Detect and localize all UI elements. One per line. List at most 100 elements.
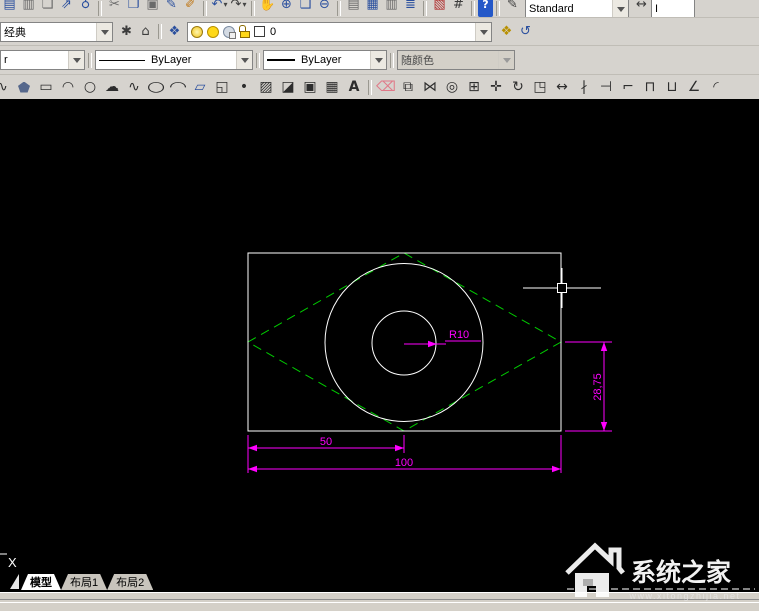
rectangle-icon[interactable]: ▭ (35, 77, 57, 97)
point-icon[interactable]: • (233, 77, 255, 97)
help-icon[interactable]: ? (478, 0, 493, 17)
dimension-style-icon[interactable]: ↔ (632, 0, 651, 17)
model-space-canvas[interactable]: R10 50 100 28,75 (0, 99, 759, 592)
workspace-settings-icon[interactable]: ✱ (117, 23, 136, 41)
layer-state-icons (191, 25, 265, 38)
modify-toolbar: ⌫⧉⋈◎⊞✛↻◳↔∤⊣⌐⊓⊔∠◜ (375, 77, 727, 97)
gradient-icon[interactable]: ◪ (277, 77, 299, 97)
dim-style-combo[interactable]: I (651, 0, 695, 18)
arrowhead (395, 445, 404, 451)
layer-properties-manager-icon[interactable]: ❖ (165, 23, 184, 41)
cut-icon[interactable]: ✂ (105, 0, 124, 17)
plot-icon[interactable]: ▥ (19, 0, 38, 17)
toolbar-separator (390, 53, 394, 68)
chevron-down-icon (498, 51, 514, 69)
undo-icon[interactable]: ↶ (210, 0, 229, 17)
offset-icon[interactable]: ◎ (441, 77, 463, 97)
3d-dwf-icon[interactable]: ♁ (76, 0, 95, 17)
break-at-point-icon[interactable]: ⌐ (617, 77, 639, 97)
workspace-combo[interactable]: 经典 (0, 22, 113, 42)
pan-icon[interactable]: ✋ (258, 0, 277, 17)
fillet-icon[interactable]: ◜ (705, 77, 727, 97)
chamfer-icon[interactable]: ∠ (683, 77, 705, 97)
linetype-sample (99, 60, 145, 61)
sheet-set-manager-icon[interactable]: ≣ (401, 0, 420, 17)
arrowhead (601, 342, 607, 351)
my-workspace-icon[interactable]: ⌂ (136, 23, 155, 41)
copy-icon[interactable]: ❐ (124, 0, 143, 17)
rotate-icon[interactable]: ↻ (507, 77, 529, 97)
padlock-open-icon[interactable] (239, 25, 250, 38)
arrowhead (248, 445, 257, 451)
properties-icon[interactable]: ▤ (344, 0, 363, 17)
plot-style-combo-value: 随颜色 (401, 52, 434, 68)
block-editor-icon[interactable]: ✐ (181, 0, 200, 17)
region-icon[interactable]: ▣ (299, 77, 321, 97)
make-object-layer-current-icon[interactable]: ❖ (497, 23, 516, 41)
toolbar-separator (203, 1, 207, 16)
layer-combo[interactable]: 0 (187, 22, 492, 42)
redo-icon[interactable]: ↷ (229, 0, 248, 17)
break-icon[interactable]: ⊓ (639, 77, 661, 97)
color-combo[interactable]: r (0, 50, 85, 70)
zoom-previous-icon[interactable]: ⊖ (315, 0, 334, 17)
ucs-x-label: X (8, 555, 17, 570)
chevron-down-icon (612, 0, 628, 18)
make-block-icon[interactable]: ◱ (211, 77, 233, 97)
lineweight-combo-value: ByLayer (301, 54, 341, 66)
markup-set-manager-icon[interactable]: ▧ (430, 0, 449, 17)
array-icon[interactable]: ⊞ (463, 77, 485, 97)
trim-icon[interactable]: ∤ (573, 77, 595, 97)
mirror-icon[interactable]: ⋈ (419, 77, 441, 97)
inner-circle (372, 311, 436, 375)
zoom-realtime-icon[interactable]: ⊕ (277, 0, 296, 17)
drawing-svg: R10 50 100 28,75 (0, 99, 759, 592)
lightbulb-on-icon[interactable] (191, 26, 203, 38)
save-icon[interactable]: ▤ (0, 0, 19, 17)
current-layer-name: 0 (270, 26, 276, 38)
layers-button-strip: ❖ (165, 23, 184, 41)
quickcalc-icon[interactable]: # (449, 0, 468, 17)
text-style-combo-value: Standard (529, 3, 574, 15)
plot-preview-icon[interactable]: ❏ (38, 0, 57, 17)
sun-freeze-icon[interactable] (207, 26, 219, 38)
hatch-icon[interactable]: ▨ (255, 77, 277, 97)
stretch-icon[interactable]: ↔ (551, 77, 573, 97)
standard-toolbar-icons: ▤▥❏⇗♁✂❐▣✎✐↶↷✋⊕❑⊖▤▦▥≣▧#? (0, 0, 493, 17)
move-icon[interactable]: ✛ (485, 77, 507, 97)
extend-icon[interactable]: ⊣ (595, 77, 617, 97)
text-style-icon[interactable]: ✎ (503, 0, 522, 17)
multiline-text-icon[interactable]: A (343, 77, 365, 97)
polyline-icon[interactable]: ∿ (0, 77, 13, 97)
toolbar-separator (496, 1, 500, 16)
polygon-icon[interactable] (13, 77, 35, 97)
revision-cloud-icon[interactable]: ☁ (101, 77, 123, 97)
paste-icon[interactable]: ▣ (143, 0, 162, 17)
tool-palettes-icon[interactable]: ▥ (382, 0, 401, 17)
construction-diamond (248, 253, 561, 431)
scale-icon[interactable]: ◳ (529, 77, 551, 97)
sun-viewport-freeze-icon[interactable] (223, 26, 235, 38)
tab-layout1-label: 布局1 (70, 574, 98, 590)
erase-icon[interactable]: ⌫ (375, 77, 397, 97)
arc-icon[interactable]: ◠ (57, 77, 79, 97)
dim-text-height: 28,75 (592, 373, 604, 401)
text-style-combo[interactable]: Standard (525, 0, 629, 18)
ellipse-arc-icon[interactable]: ◠ (162, 77, 195, 97)
join-icon[interactable]: ⊔ (661, 77, 683, 97)
tab-layout2[interactable]: 布局2 (107, 574, 153, 590)
table-icon[interactable]: ▦ (321, 77, 343, 97)
circle-icon[interactable]: ○ (79, 77, 101, 97)
tab-layout1[interactable]: 布局1 (61, 574, 107, 590)
layer-previous-icon[interactable]: ↺ (516, 23, 535, 41)
toolbar-separator (256, 53, 260, 68)
match-properties-icon[interactable]: ✎ (162, 0, 181, 17)
command-area-edge (0, 592, 759, 611)
lineweight-combo[interactable]: ByLayer (263, 50, 387, 70)
copy-object-icon[interactable]: ⧉ (397, 77, 419, 97)
tab-model[interactable]: 模型 (21, 574, 61, 590)
designcenter-icon[interactable]: ▦ (363, 0, 382, 17)
publish-icon[interactable]: ⇗ (57, 0, 76, 17)
linetype-combo[interactable]: ByLayer (95, 50, 253, 70)
zoom-window-icon[interactable]: ❑ (296, 0, 315, 17)
